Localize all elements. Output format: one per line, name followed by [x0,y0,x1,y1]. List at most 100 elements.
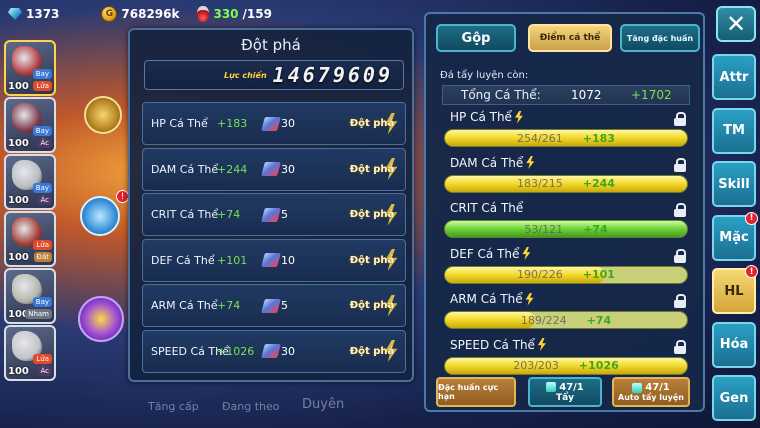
stat-cost: 5 [261,298,331,313]
hero-level: 100 [8,366,29,377]
stat-bonus: +244 [582,177,615,190]
side-tab-tm[interactable]: TM [712,107,756,154]
stat-bonus: +183 [217,117,248,130]
breakthrough-button[interactable]: Đột phá [345,202,399,228]
stat-row: SPEED Cá Thể 203/203 +1026 [442,336,694,382]
side-tab-skill[interactable]: Skill [712,161,756,207]
cost-value: 5 [281,208,288,221]
side-tab-attr[interactable]: Attr [712,54,756,100]
remaining-stones-label: Đá tẩy luyện còn: [440,70,529,81]
extreme-training-button[interactable]: Đặc huấn cực hạn [436,377,516,407]
gems-counter: 1373 [8,7,59,21]
close-button[interactable]: ✕ [716,6,756,42]
stat-bonus: +183 [582,131,615,145]
top-resource-bar: 1373 G 768296k 330/159 [0,0,420,28]
cost-value: 30 [281,162,295,176]
hero-level: 100 [8,195,29,206]
alert-badge: ! [745,265,758,278]
stat-value: 183/215 [517,177,563,190]
breakthrough-button-label: Đột phá [349,345,395,357]
lock-icon[interactable] [674,157,686,172]
stat-bonus: +244 [217,162,248,176]
stat-bar-text: 190/226 +101 [445,268,687,281]
hero-slot[interactable]: 100 Bay Lửa [4,40,56,96]
hero-type-tags: Bay Nham [25,297,52,319]
stat-bonus: +101 [582,268,615,281]
auto-reroll-label: Auto tẩy luyện [618,393,684,402]
hero-list: 100 Bay Lửa 100 Bay Ác 100 Bay Ác 100 Lửa Đất 100 Bay… [4,40,60,382]
hero-type-tags: Lửa Ác [33,354,52,376]
side-tab-hóa[interactable]: Hóa [712,321,756,368]
side-tab-label: Gen [719,390,749,406]
stat-progress-bar: 254/261 +183 [444,129,688,147]
stone-icon [546,382,557,392]
hero-slot[interactable]: 100 Bay Nham [4,268,56,324]
gold-counter: G 768296k [101,6,179,22]
side-tab-label: HL [724,283,744,299]
tab-gop[interactable]: Gộp [436,24,516,52]
breakthrough-row: DEF Cá Thể +101 10 Đột phá [142,238,406,282]
breakthrough-button[interactable]: Đột phá [345,111,399,137]
hero-slot[interactable]: 100 Bay Ác [4,154,56,210]
stat-cost: 5 [261,207,331,222]
breakthrough-button-label: Đột phá [349,118,395,129]
hero-type-tag: Lửa [33,240,52,250]
reroll-button[interactable]: 47/1 Tẩy [528,377,602,407]
breakthrough-button-label: Đột phá [349,300,395,311]
lock-icon[interactable] [674,248,686,263]
tab-tang-dac-huan[interactable]: Tăng đặc huấn [620,24,700,52]
lock-icon[interactable] [674,112,686,126]
gold-value: 768296k [121,7,180,21]
lightning-icon [526,156,535,169]
auto-reroll-button[interactable]: 47/1 Auto tẩy luyện [612,377,690,407]
breakthrough-button[interactable]: Đột phá [345,247,399,273]
tab-diem-ca-the[interactable]: Điểm cá thể [528,24,612,52]
energy-max: /159 [242,7,272,21]
total-label: Tổng Cá Thể: [461,88,541,102]
breakthrough-button[interactable]: Đột phá [345,156,399,182]
stat-cost: 30 [261,162,331,176]
hero-type-tags: Bay Ác [32,126,52,148]
stat-value: 189/224 [520,313,567,327]
stat-label: HP Cá Thể [450,110,524,124]
stat-label-text: ARM Cá Thể [450,292,523,306]
bag-icon[interactable] [80,196,120,236]
breakthrough-button[interactable]: Đột phá [345,293,399,319]
stat-progress-bar: 190/226 +101 [444,265,688,284]
stat-progress-bar: 183/215 +244 [444,174,688,193]
hero-slot[interactable]: 100 Lửa Đất [4,211,56,267]
cost-value: 5 [281,299,288,312]
faded-tab-dang-theo: Đang theo [222,400,280,413]
breakthrough-button-label: Đột phá [349,209,395,220]
lock-icon[interactable] [674,339,686,354]
stat-bonus: +1026 [217,344,255,358]
hero-level: 100 [8,138,29,149]
stat-label-text: SPEED Cá Thể [450,337,535,352]
stone-icon [632,382,643,393]
lightning-icon [525,292,534,306]
stat-bar-text: 254/261 +183 [445,132,687,145]
combat-power-value: 14679609 [272,63,393,87]
stat-label: CRIT Cá Thể [450,201,523,215]
gems-value: 1373 [26,7,60,21]
lock-icon[interactable] [674,294,686,308]
hero-type-tag: Bay [32,126,52,136]
cost-value: 30 [281,344,295,358]
stat-label-text: HP Cá Thể [450,110,512,124]
hero-slot[interactable]: 100 Lửa Ác [4,325,56,381]
stat-bar-text: 203/203 +1026 [445,359,687,372]
total-bonus: +1702 [631,88,672,102]
hero-type-tag: Ác [37,366,52,376]
medal-icon[interactable] [78,296,124,342]
breakthrough-button-label: Đột phá [349,254,395,266]
weapon-icon[interactable] [84,96,122,134]
combat-power-bar: Lực chiến 14679609 [144,60,404,90]
lightning-icon [522,247,531,260]
hero-slot[interactable]: 100 Bay Ác [4,97,56,153]
side-tab-gen[interactable]: Gen [712,375,756,421]
total-value: 1072 [571,88,602,102]
lock-icon[interactable] [674,203,686,217]
side-tab-hl[interactable]: HL! [712,265,758,314]
side-tab-mặc[interactable]: Mặc! [712,211,758,261]
breakthrough-button[interactable]: Đột phá [345,338,399,364]
